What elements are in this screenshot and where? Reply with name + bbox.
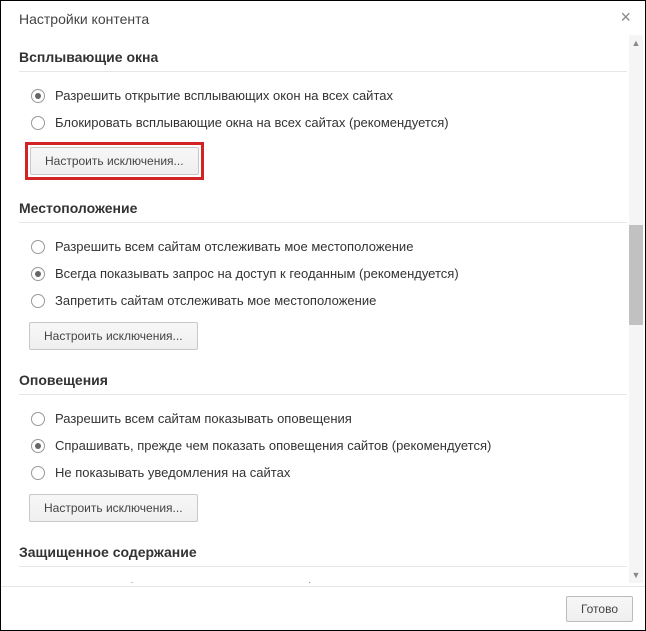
section-notifications: Оповещения Разрешить всем сайтам показыв… bbox=[19, 372, 627, 530]
section-location: Местоположение Разрешить всем сайтам отс… bbox=[19, 200, 627, 358]
protected-description: Некоторые службы данных используют идент… bbox=[19, 577, 627, 583]
exceptions-button-notifications[interactable]: Настроить исключения... bbox=[29, 494, 198, 522]
radio-label: Запретить сайтам отслеживать мое местопо… bbox=[55, 293, 376, 308]
radio-label: Разрешить всем сайтам показывать оповеще… bbox=[55, 411, 352, 426]
dialog-title: Настройки контента bbox=[1, 1, 645, 35]
radio-label: Не показывать уведомления на сайтах bbox=[55, 465, 290, 480]
radio-location-ask[interactable]: Всегда показывать запрос на доступ к гео… bbox=[19, 260, 627, 287]
radio-icon bbox=[31, 267, 45, 281]
radio-icon bbox=[31, 240, 45, 254]
section-title-popups: Всплывающие окна bbox=[19, 49, 627, 72]
radio-label: Всегда показывать запрос на доступ к гео… bbox=[55, 266, 459, 281]
radio-icon bbox=[31, 116, 45, 130]
settings-scroll-area: Всплывающие окна Разрешить открытие вспл… bbox=[1, 35, 645, 583]
radio-icon bbox=[31, 439, 45, 453]
radio-notifications-deny[interactable]: Не показывать уведомления на сайтах bbox=[19, 459, 627, 486]
section-title-protected: Защищенное содержание bbox=[19, 544, 627, 567]
done-button[interactable]: Готово bbox=[566, 596, 633, 622]
scrollbar-thumb[interactable] bbox=[629, 225, 643, 325]
radio-label: Блокировать всплывающие окна на всех сай… bbox=[55, 115, 449, 130]
radio-notifications-allow[interactable]: Разрешить всем сайтам показывать оповеще… bbox=[19, 405, 627, 432]
exceptions-button-location[interactable]: Настроить исключения... bbox=[29, 322, 198, 350]
highlighted-exceptions-popups: Настроить исключения... bbox=[25, 142, 204, 180]
radio-location-allow[interactable]: Разрешить всем сайтам отслеживать мое ме… bbox=[19, 233, 627, 260]
section-popups: Всплывающие окна Разрешить открытие вспл… bbox=[19, 49, 627, 186]
scrollbar-up-icon[interactable]: ▲ bbox=[629, 35, 643, 51]
radio-popups-block[interactable]: Блокировать всплывающие окна на всех сай… bbox=[19, 109, 627, 136]
radio-icon bbox=[31, 466, 45, 480]
section-title-notifications: Оповещения bbox=[19, 372, 627, 395]
radio-icon bbox=[31, 412, 45, 426]
scrollbar-down-icon[interactable]: ▼ bbox=[629, 567, 643, 583]
close-icon[interactable]: × bbox=[614, 5, 637, 30]
radio-label: Разрешить всем сайтам отслеживать мое ме… bbox=[55, 239, 413, 254]
radio-icon bbox=[31, 89, 45, 103]
dialog-footer: Готово bbox=[1, 586, 645, 630]
radio-location-deny[interactable]: Запретить сайтам отслеживать мое местопо… bbox=[19, 287, 627, 314]
radio-label: Разрешить открытие всплывающих окон на в… bbox=[55, 88, 393, 103]
radio-label: Спрашивать, прежде чем показать оповещен… bbox=[55, 438, 491, 453]
section-title-location: Местоположение bbox=[19, 200, 627, 223]
section-protected: Защищенное содержание Некоторые службы д… bbox=[19, 544, 627, 583]
scrollbar-track[interactable]: ▲ ▼ bbox=[629, 35, 643, 583]
radio-notifications-ask[interactable]: Спрашивать, прежде чем показать оповещен… bbox=[19, 432, 627, 459]
radio-popups-allow[interactable]: Разрешить открытие всплывающих окон на в… bbox=[19, 82, 627, 109]
exceptions-button-popups[interactable]: Настроить исключения... bbox=[30, 147, 199, 175]
radio-icon bbox=[31, 294, 45, 308]
